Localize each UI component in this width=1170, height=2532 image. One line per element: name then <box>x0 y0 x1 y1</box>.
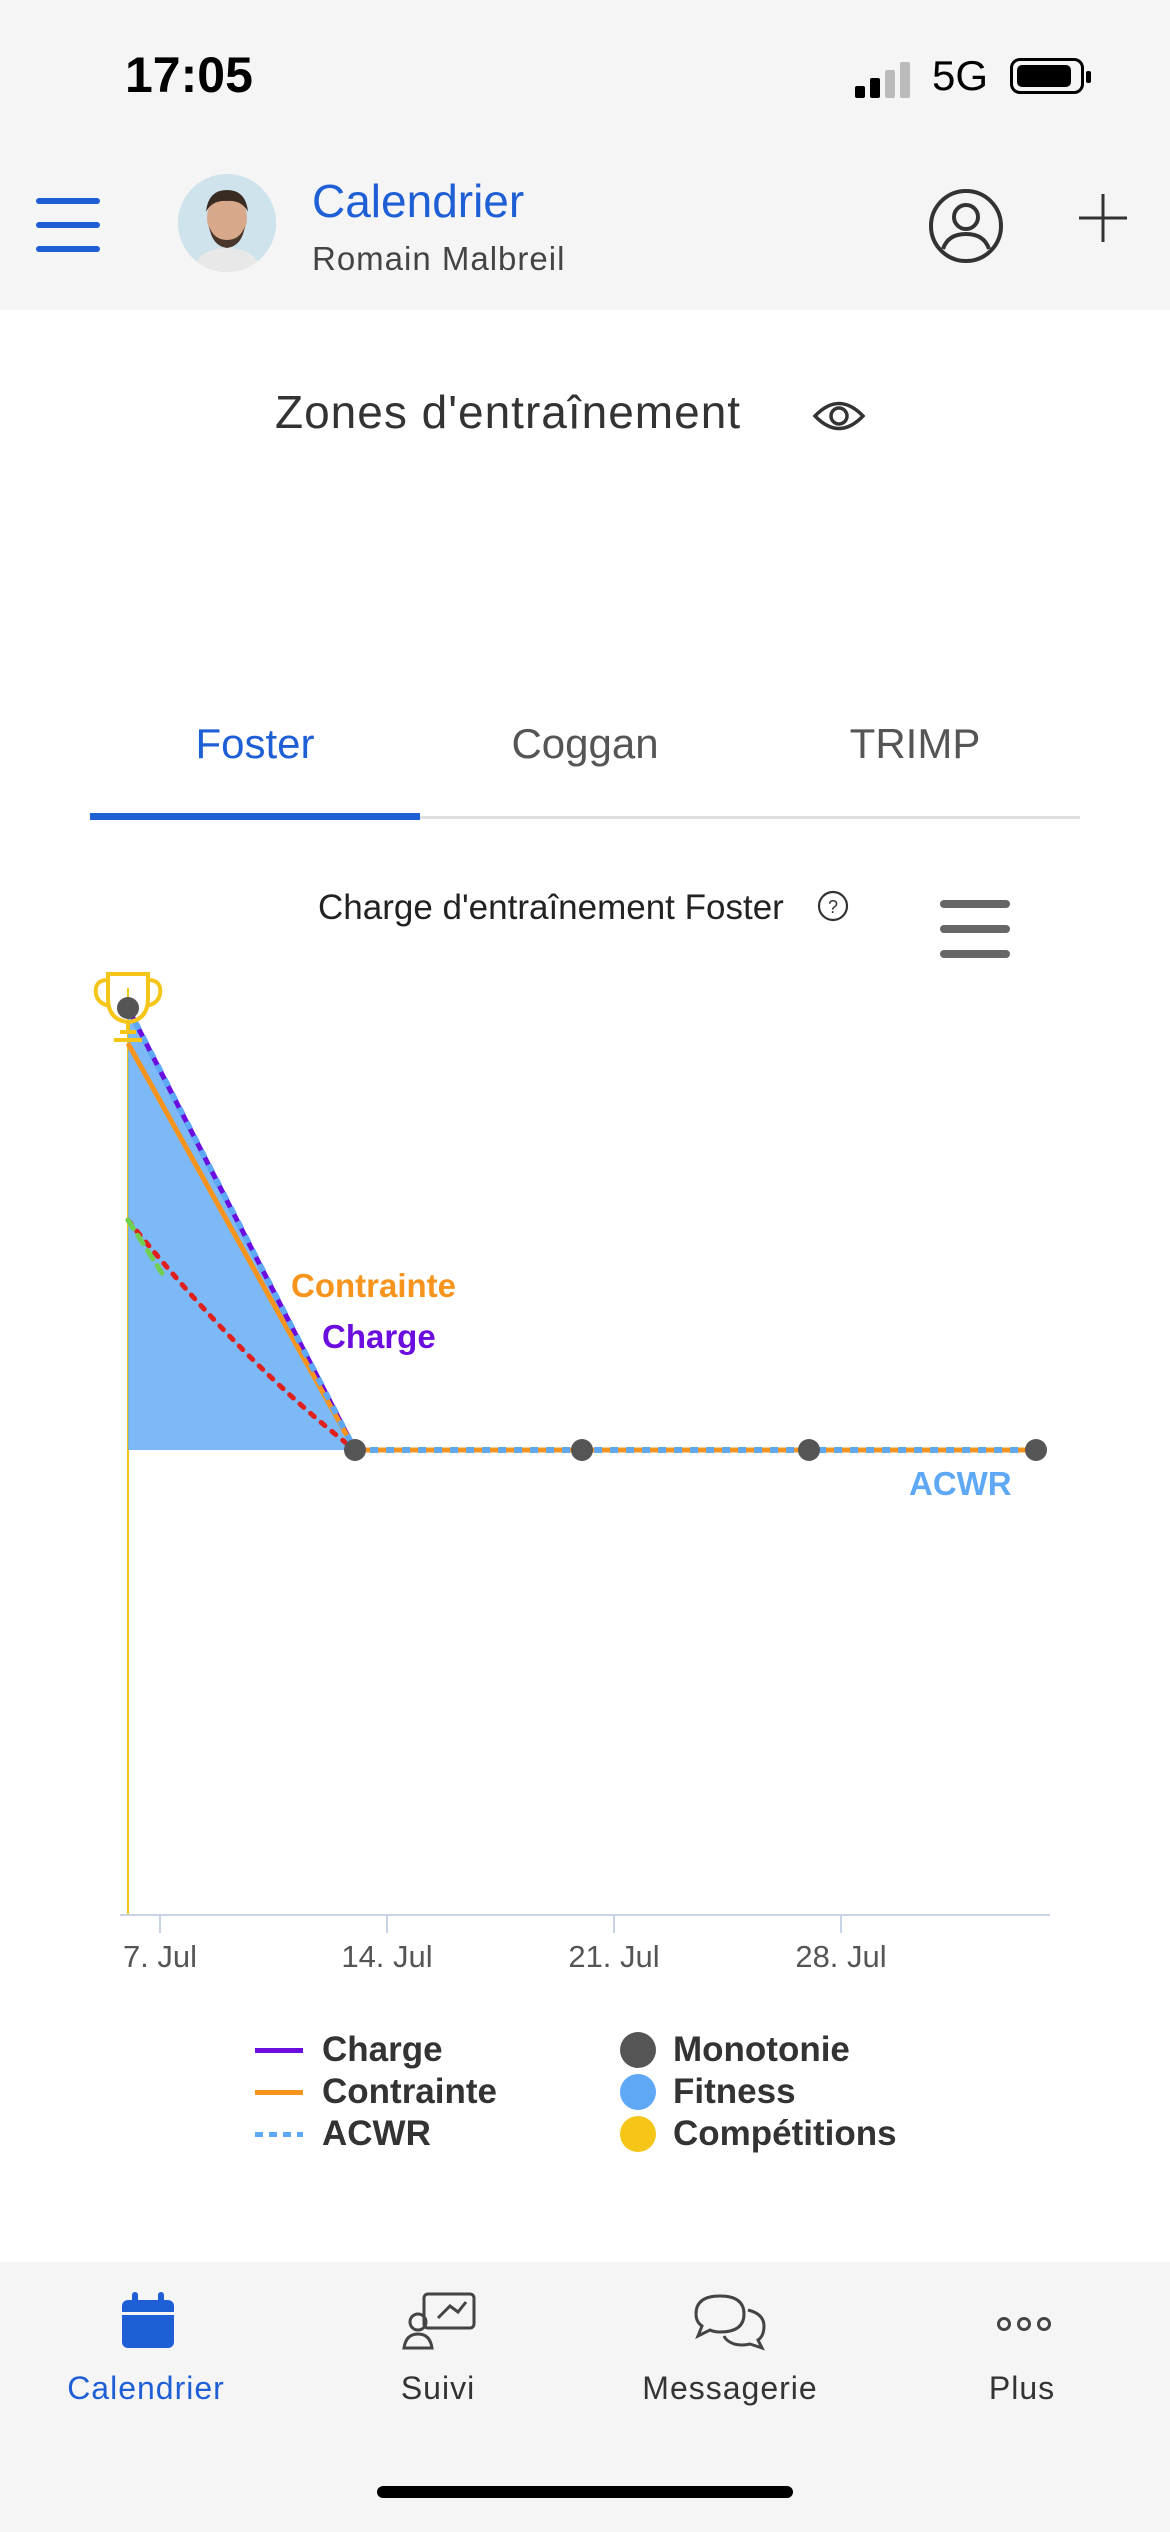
legend-label: Contrainte <box>322 2072 497 2111</box>
home-indicator <box>377 2486 793 2498</box>
header-title: Calendrier <box>312 175 525 227</box>
tracking-icon <box>402 2292 476 2350</box>
svg-text:?: ? <box>828 897 838 917</box>
tab-coggan[interactable]: Coggan <box>420 720 750 768</box>
calendar-icon <box>122 2292 174 2348</box>
more-icon <box>997 2317 1051 2331</box>
status-bar: 17:05 5G <box>0 0 1170 150</box>
chart-title: Charge d'entraînement Foster <box>318 888 784 927</box>
monotonie-point <box>571 1439 593 1461</box>
legend-label: ACWR <box>322 2114 431 2153</box>
acwr-label: ACWR <box>909 1465 1012 1502</box>
add-icon[interactable] <box>1075 190 1131 246</box>
nav-label: Calendrier <box>67 2370 225 2406</box>
x-tick-label: 28. Jul <box>795 1939 886 1974</box>
nav-label: Plus <box>988 2370 1056 2406</box>
legend-label: Monotonie <box>673 2030 850 2069</box>
nav-plus[interactable]: Plus <box>876 2262 1168 2462</box>
tab-foster[interactable]: Foster <box>90 720 420 768</box>
monotonie-point <box>344 1439 366 1461</box>
eye-icon[interactable] <box>812 393 866 439</box>
monotonie-point <box>1025 1439 1047 1461</box>
nav-messagerie[interactable]: Messagerie <box>584 2262 876 2462</box>
chart-plot: 7. Jul 14. Jul 21. Jul 28. Jul Contrainte C… <box>93 972 1050 1974</box>
legend-label: Charge <box>322 2030 443 2069</box>
legend-label: Fitness <box>673 2072 796 2111</box>
signal-icon <box>855 58 915 98</box>
nav-label: Suivi <box>400 2370 476 2406</box>
monotonie-point <box>798 1439 820 1461</box>
header-subtitle: Romain Malbreil <box>312 240 566 277</box>
menu-icon[interactable] <box>36 198 100 254</box>
status-time: 17:05 <box>125 47 253 103</box>
x-tick-label: 7. Jul <box>123 1939 197 1974</box>
chart-legend: Charge Contrainte ACWR Monotonie Fitness… <box>255 2030 955 2170</box>
monotonie-point <box>117 997 139 1019</box>
avatar[interactable] <box>178 174 276 272</box>
tab-indicator <box>90 813 420 820</box>
contrainte-label: Contrainte <box>291 1267 456 1304</box>
nav-calendrier[interactable]: Calendrier <box>0 2262 292 2462</box>
tab-bar: Foster Coggan TRIMP <box>90 700 1080 820</box>
charge-label: Charge <box>322 1318 436 1355</box>
legend-label: Compétitions <box>673 2114 897 2153</box>
app-header: Calendrier Romain Malbreil <box>0 150 1170 310</box>
nav-label: Messagerie <box>642 2370 818 2406</box>
profile-icon[interactable] <box>926 186 1006 266</box>
tab-trimp[interactable]: TRIMP <box>750 720 1080 768</box>
nav-suivi[interactable]: Suivi <box>292 2262 584 2462</box>
chart-menu-icon[interactable] <box>940 900 1010 958</box>
network-label: 5G <box>932 52 989 99</box>
chat-icon <box>694 2294 766 2351</box>
x-tick-label: 14. Jul <box>341 1939 432 1974</box>
section-title: Zones d'entraînement <box>275 386 742 438</box>
battery-icon <box>1010 58 1091 94</box>
help-icon[interactable]: ? <box>816 889 850 923</box>
x-tick-label: 21. Jul <box>568 1939 659 1974</box>
